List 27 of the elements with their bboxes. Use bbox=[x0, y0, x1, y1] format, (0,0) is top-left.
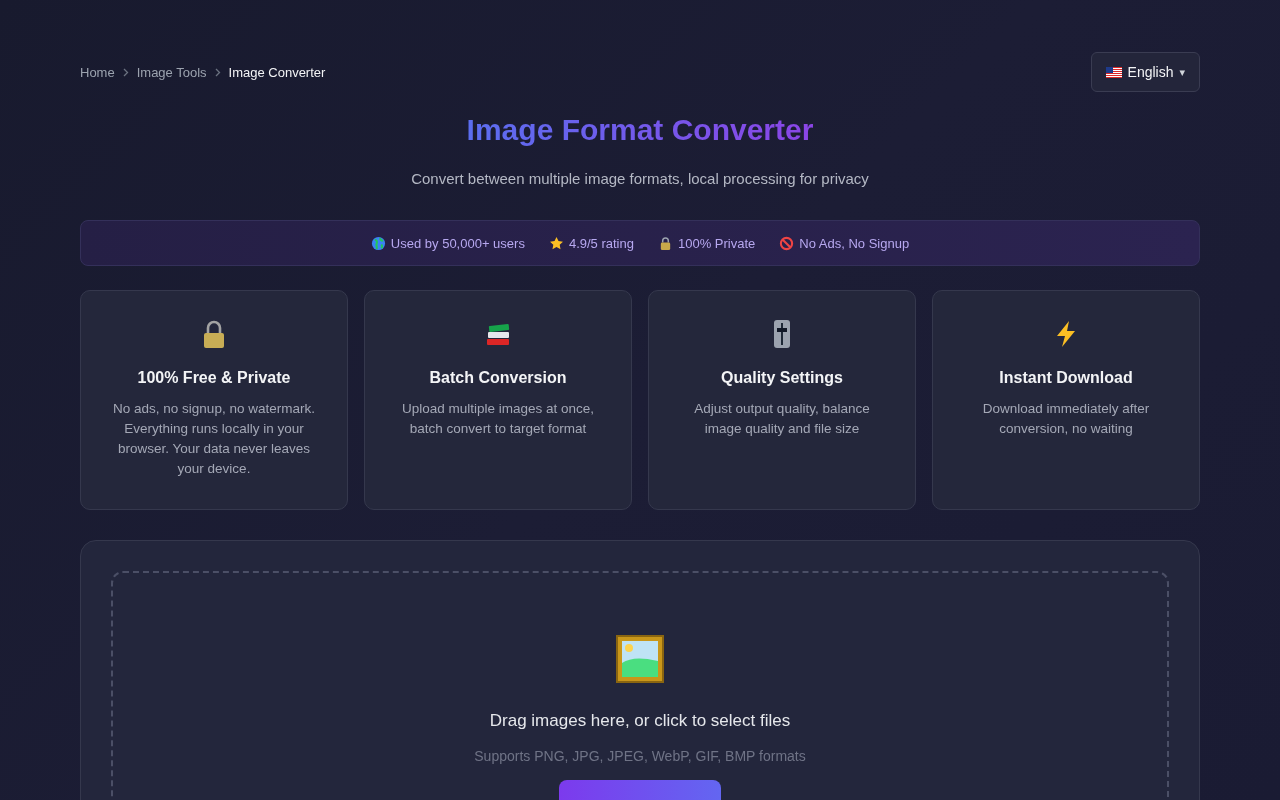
stat-text: 100% Private bbox=[677, 235, 756, 251]
upload-prompt: Drag images here, or click to select files bbox=[489, 711, 791, 731]
prohibited-icon bbox=[779, 235, 795, 251]
drop-zone[interactable]: Drag images here, or click to select files Supports PNG, JPG, JPEG, WebP, GIF, BMP formats bbox=[111, 571, 1169, 800]
breadcrumb-link[interactable]: Home bbox=[80, 64, 115, 80]
feature-text: No ads, no signup, no watermark. Everything runs locally in your browser. Your data never leaves your device. bbox=[112, 400, 316, 478]
feature-title: 100% Free & Private bbox=[137, 369, 291, 387]
stat-text: No Ads, No Signup bbox=[799, 235, 910, 251]
feature-title: Batch Conversion bbox=[429, 369, 567, 387]
stat-text: Used by 50,000+ users bbox=[390, 235, 525, 251]
chevron-icon bbox=[122, 67, 129, 77]
chevron-icon bbox=[214, 67, 221, 77]
breadcrumb-link[interactable]: Image Converter bbox=[228, 64, 326, 80]
upload-hint: Supports PNG, JPG, JPEG, WebP, GIF, BMP formats bbox=[474, 748, 806, 764]
page-subtitle: Convert between multiple image formats, local processing for privacy bbox=[410, 170, 870, 187]
feature-text: Upload multiple images at once, batch convert to target format bbox=[400, 400, 596, 438]
language-select[interactable]: English ▾ bbox=[1090, 52, 1200, 92]
feature-text: Adjust output quality, balance image quality and file size bbox=[693, 400, 871, 438]
star-icon bbox=[548, 235, 564, 251]
globe-icon bbox=[370, 235, 386, 251]
feature-title: Quality Settings bbox=[721, 369, 843, 387]
stat-text: 4.9/5 rating bbox=[568, 235, 634, 251]
flag-icon bbox=[1105, 66, 1122, 78]
feature-title: Instant Download bbox=[999, 369, 1133, 387]
framed-picture-icon bbox=[616, 635, 664, 683]
feature-text: Download immediately after conversion, no waiting bbox=[981, 400, 1151, 438]
breadcrumb-link[interactable]: Image Tools bbox=[136, 64, 207, 80]
